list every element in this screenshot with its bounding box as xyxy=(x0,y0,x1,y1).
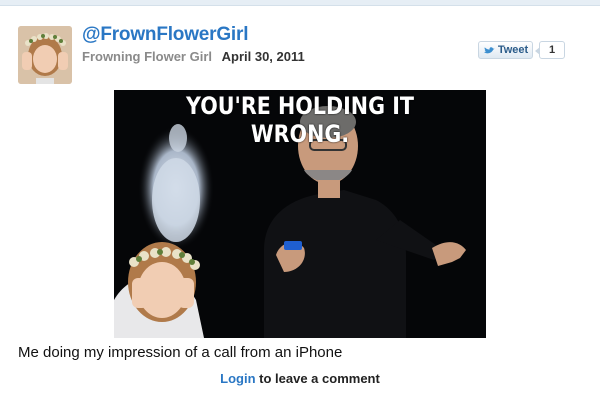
user-handle-link[interactable]: @FrownFlowerGirl xyxy=(82,24,248,46)
login-link[interactable]: Login xyxy=(220,371,255,386)
comment-prompt-text: to leave a comment xyxy=(255,371,380,386)
post-meta: Frowning Flower Girl April 30, 2011 xyxy=(82,49,305,64)
post-image[interactable]: YOU'RE HOLDING IT WRONG. xyxy=(114,90,486,338)
tweet-button[interactable]: Tweet xyxy=(478,41,533,59)
post-card: @FrownFlowerGirl Frowning Flower Girl Ap… xyxy=(0,6,600,411)
display-name: Frowning Flower Girl xyxy=(82,49,212,64)
tweet-count: 1 xyxy=(535,41,565,59)
tweet-label: Tweet xyxy=(497,44,529,56)
twitter-bird-icon xyxy=(483,46,495,53)
post-date: April 30, 2011 xyxy=(221,49,305,64)
comment-prompt: Login to leave a comment xyxy=(0,371,600,386)
post-caption: Me doing my impression of a call from an… xyxy=(18,344,343,361)
image-overlay-text: YOU'RE HOLDING IT WRONG. xyxy=(186,92,414,148)
avatar[interactable] xyxy=(18,26,72,84)
